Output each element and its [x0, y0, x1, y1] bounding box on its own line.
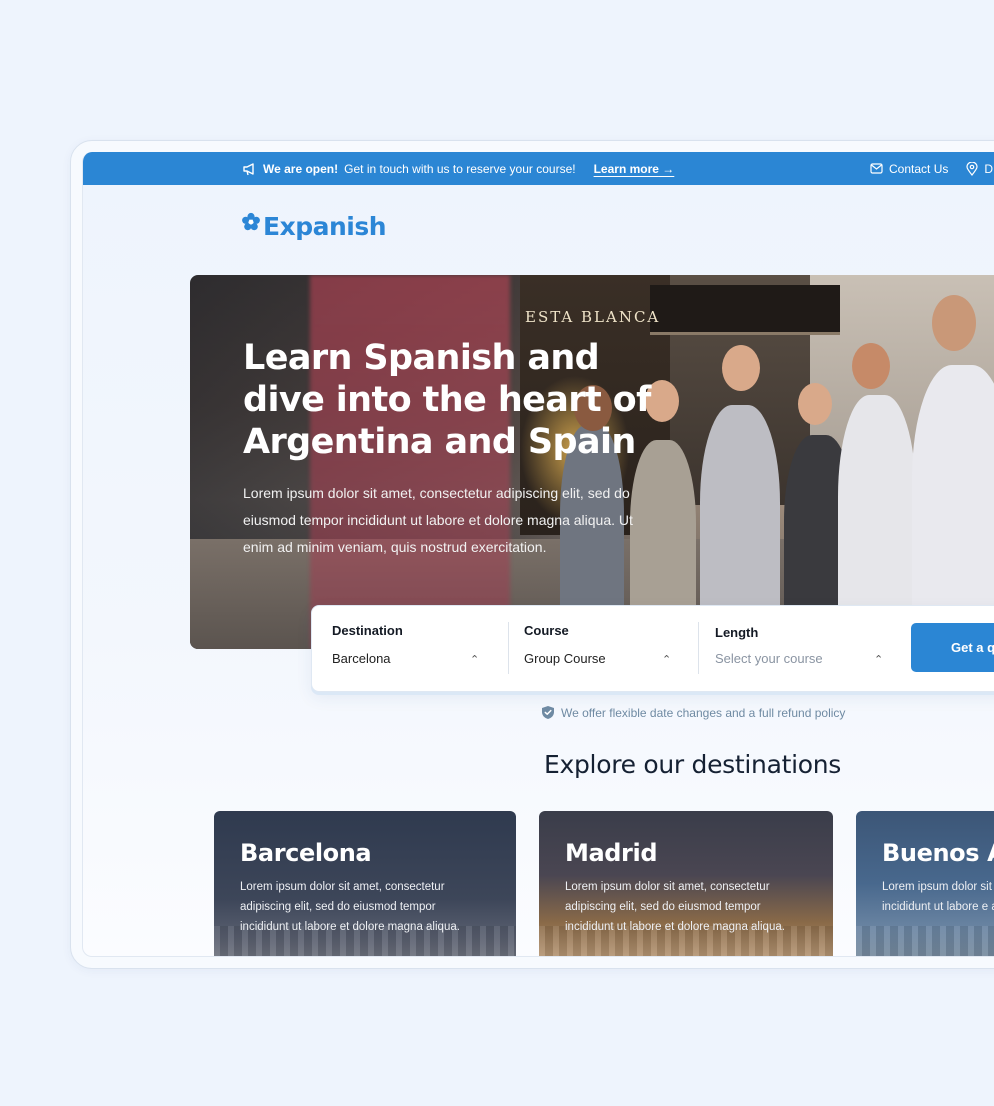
contact-us-link[interactable]: Contact Us — [870, 162, 948, 176]
length-label: Length — [715, 625, 759, 640]
field-divider — [698, 622, 699, 674]
shield-check-icon — [542, 706, 554, 719]
chevron-up-down-icon: ⌃ — [662, 654, 672, 666]
course-value: Group Course — [524, 651, 606, 666]
brand-logo[interactable]: Expanish — [241, 212, 387, 241]
chevron-up-down-icon: ⌃ — [874, 654, 884, 666]
hero-banner: ESTA BLANCA Learn Spanish and dive into … — [190, 275, 994, 649]
hero-title: Learn Spanish and dive into the heart of… — [243, 338, 651, 462]
destination-select[interactable]: Destination Barcelona ⌃ — [332, 623, 484, 677]
learn-more-link[interactable]: Learn more → — [594, 162, 675, 176]
destination-value: Barcelona — [332, 651, 391, 666]
destination-label: Destination — [332, 623, 403, 638]
course-select[interactable]: Course Group Course ⌃ — [524, 623, 676, 677]
megaphone-icon — [243, 162, 254, 175]
browser-frame: We are open! Get in touch with us to res… — [70, 140, 994, 969]
announcement-right: Contact Us D — [870, 152, 993, 185]
refund-note: We offer flexible date changes and a ful… — [541, 705, 845, 720]
card-photo-skyline — [856, 926, 994, 956]
card-title: Barcelona — [240, 839, 372, 867]
chevron-up-down-icon: ⌃ — [470, 654, 480, 666]
mail-icon — [870, 163, 883, 174]
card-description: Lorem ipsum dolor sit amet, consectetur … — [240, 881, 460, 933]
announcement-left: We are open! Get in touch with us to res… — [242, 152, 674, 185]
hero-photo-student-head — [798, 383, 832, 425]
page-viewport: We are open! Get in touch with us to res… — [82, 152, 994, 957]
location-pin-icon — [966, 161, 978, 176]
flower-logo-icon — [242, 212, 260, 231]
hero-photo-awning — [650, 285, 840, 335]
location-link[interactable]: D — [966, 161, 993, 176]
card-title: Madrid — [565, 839, 658, 867]
length-placeholder: Select your course — [715, 651, 823, 666]
course-label: Course — [524, 623, 569, 638]
field-divider — [508, 622, 509, 674]
hero-photo-sign: ESTA BLANCA — [525, 308, 661, 326]
hero-photo-student-head — [722, 345, 760, 391]
announcement-bar: We are open! Get in touch with us to res… — [83, 152, 994, 185]
booking-form: Destination Barcelona ⌃ Course Group Cou… — [311, 605, 994, 692]
hero-photo-student-head — [852, 343, 890, 389]
announcement-bold: We are open! — [263, 161, 339, 176]
card-description: Lorem ipsum dolor sit amet, sed do eiusm… — [882, 881, 994, 913]
length-select[interactable]: Length Select your course ⌃ — [715, 623, 895, 677]
refund-text: We offer flexible date changes and a ful… — [561, 705, 846, 720]
hero-description: Lorem ipsum dolor sit amet, consectetur … — [243, 485, 633, 555]
announcement-text: Get in touch with us to reserve your cou… — [344, 161, 576, 176]
card-description: Lorem ipsum dolor sit amet, consectetur … — [565, 881, 785, 933]
destinations-title: Explore our destinations — [544, 750, 842, 779]
destination-card-buenos-aires[interactable]: Buenos Ai Lorem ipsum dolor sit amet, se… — [856, 811, 994, 956]
hero-photo-student-head — [932, 295, 976, 351]
card-title: Buenos Ai — [882, 839, 994, 867]
destination-card-barcelona[interactable]: Barcelona Lorem ipsum dolor sit amet, co… — [214, 811, 516, 956]
destination-card-madrid[interactable]: Madrid Lorem ipsum dolor sit amet, conse… — [539, 811, 833, 956]
brand-name: Expanish — [263, 212, 387, 241]
get-quote-button[interactable]: Get a q — [911, 623, 994, 672]
